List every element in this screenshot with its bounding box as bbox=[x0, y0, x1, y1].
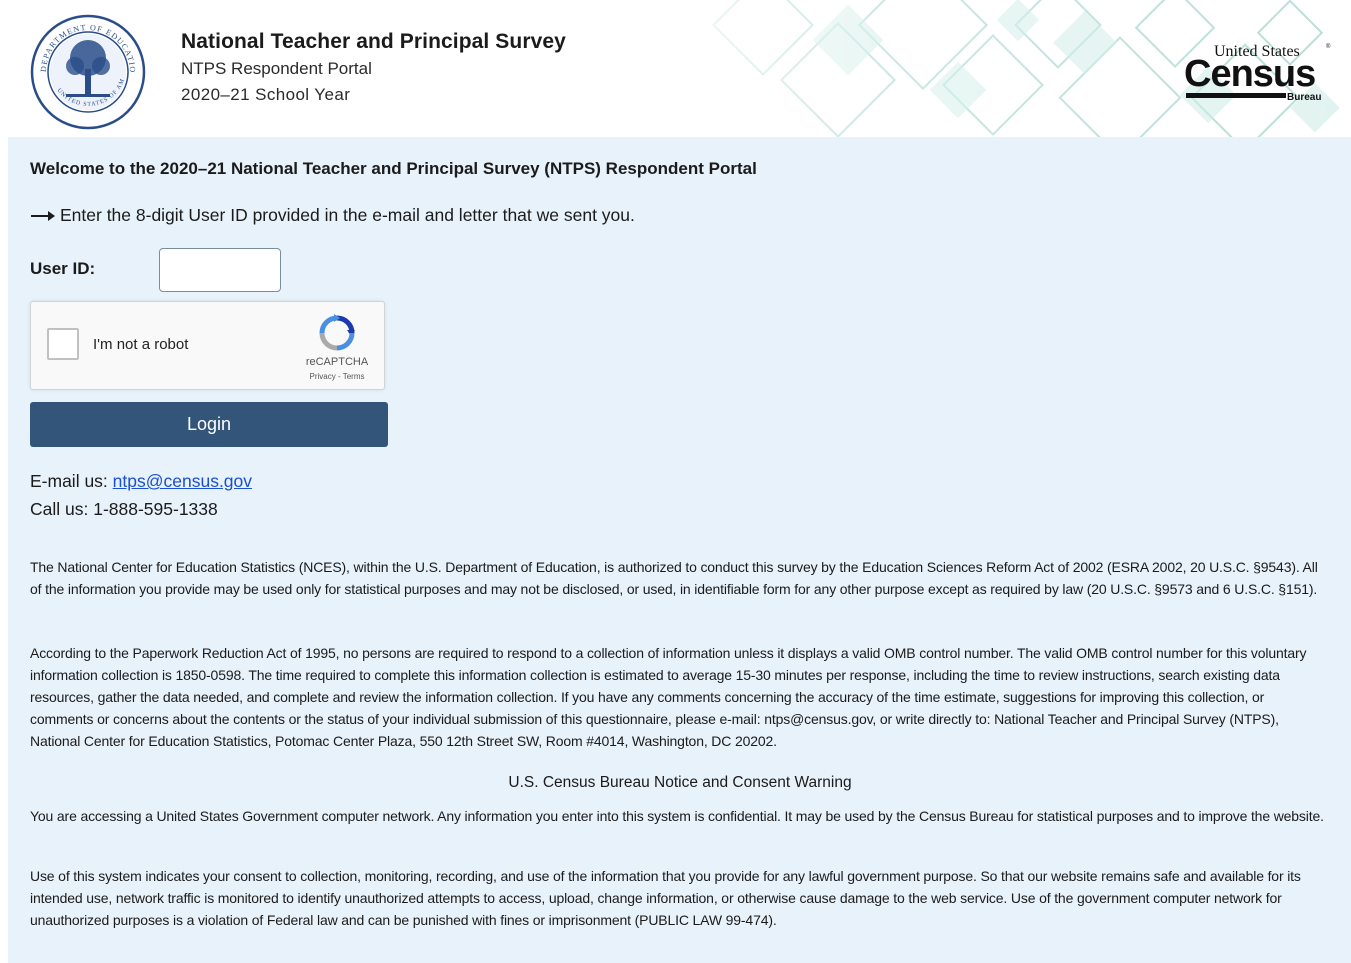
header-titles: National Teacher and Principal Survey NT… bbox=[181, 30, 566, 105]
recaptcha-privacy-terms-link[interactable]: Privacy - Terms bbox=[287, 372, 387, 381]
census-logo-main: Census bbox=[1184, 53, 1315, 95]
notice-paragraph-1: You are accessing a United States Govern… bbox=[30, 808, 1324, 824]
svg-text:®: ® bbox=[1326, 43, 1331, 50]
recaptcha-icon bbox=[319, 314, 355, 351]
login-panel: Welcome to the 2020–21 National Teacher … bbox=[8, 137, 1351, 963]
recaptcha-brand: reCAPTCHA bbox=[305, 356, 369, 368]
department-of-education-seal-icon: DEPARTMENT OF EDUCATION UNITED STATES OF… bbox=[30, 14, 146, 130]
login-button[interactable]: Login bbox=[30, 402, 388, 447]
site-header: DEPARTMENT OF EDUCATION UNITED STATES OF… bbox=[8, 0, 1351, 137]
paperwork-reduction-text: According to the Paperwork Reduction Act… bbox=[30, 645, 1307, 749]
census-logo-bottom: Bureau bbox=[1287, 92, 1321, 103]
school-year: 2020–21 School Year bbox=[181, 85, 351, 104]
recaptcha-checkbox[interactable] bbox=[47, 328, 79, 360]
nces-authority-text: The National Center for Education Statis… bbox=[30, 559, 1318, 597]
census-bureau-logo: United States ® Census Bureau bbox=[1184, 43, 1331, 103]
site-subtitle: NTPS Respondent Portal bbox=[181, 59, 372, 78]
instruction-line: Enter the 8-digit User ID provided in th… bbox=[30, 205, 635, 226]
recaptcha-widget: I'm not a robot reCAPTCHA Privacy - Term… bbox=[30, 301, 385, 390]
arrow-right-icon bbox=[31, 210, 55, 221]
email-prefix: E-mail us: bbox=[30, 471, 113, 491]
notice-title: U.S. Census Bureau Notice and Consent Wa… bbox=[508, 774, 852, 791]
notice-paragraph-2: Use of this system indicates your consen… bbox=[30, 868, 1301, 928]
user-id-input[interactable] bbox=[159, 248, 281, 292]
welcome-heading: Welcome to the 2020–21 National Teacher … bbox=[30, 159, 757, 178]
email-link[interactable]: ntps@census.gov bbox=[113, 471, 252, 491]
recaptcha-label: I'm not a robot bbox=[93, 336, 189, 353]
contact-info: E-mail us: ntps@census.gov Call us: 1-88… bbox=[30, 467, 252, 523]
email-line: E-mail us: ntps@census.gov bbox=[30, 467, 252, 495]
instruction-text: Enter the 8-digit User ID provided in th… bbox=[60, 205, 635, 225]
phone-line: Call us: 1-888-595-1338 bbox=[30, 499, 218, 519]
user-id-label: User ID: bbox=[30, 259, 96, 278]
site-title: National Teacher and Principal Survey bbox=[181, 30, 566, 53]
